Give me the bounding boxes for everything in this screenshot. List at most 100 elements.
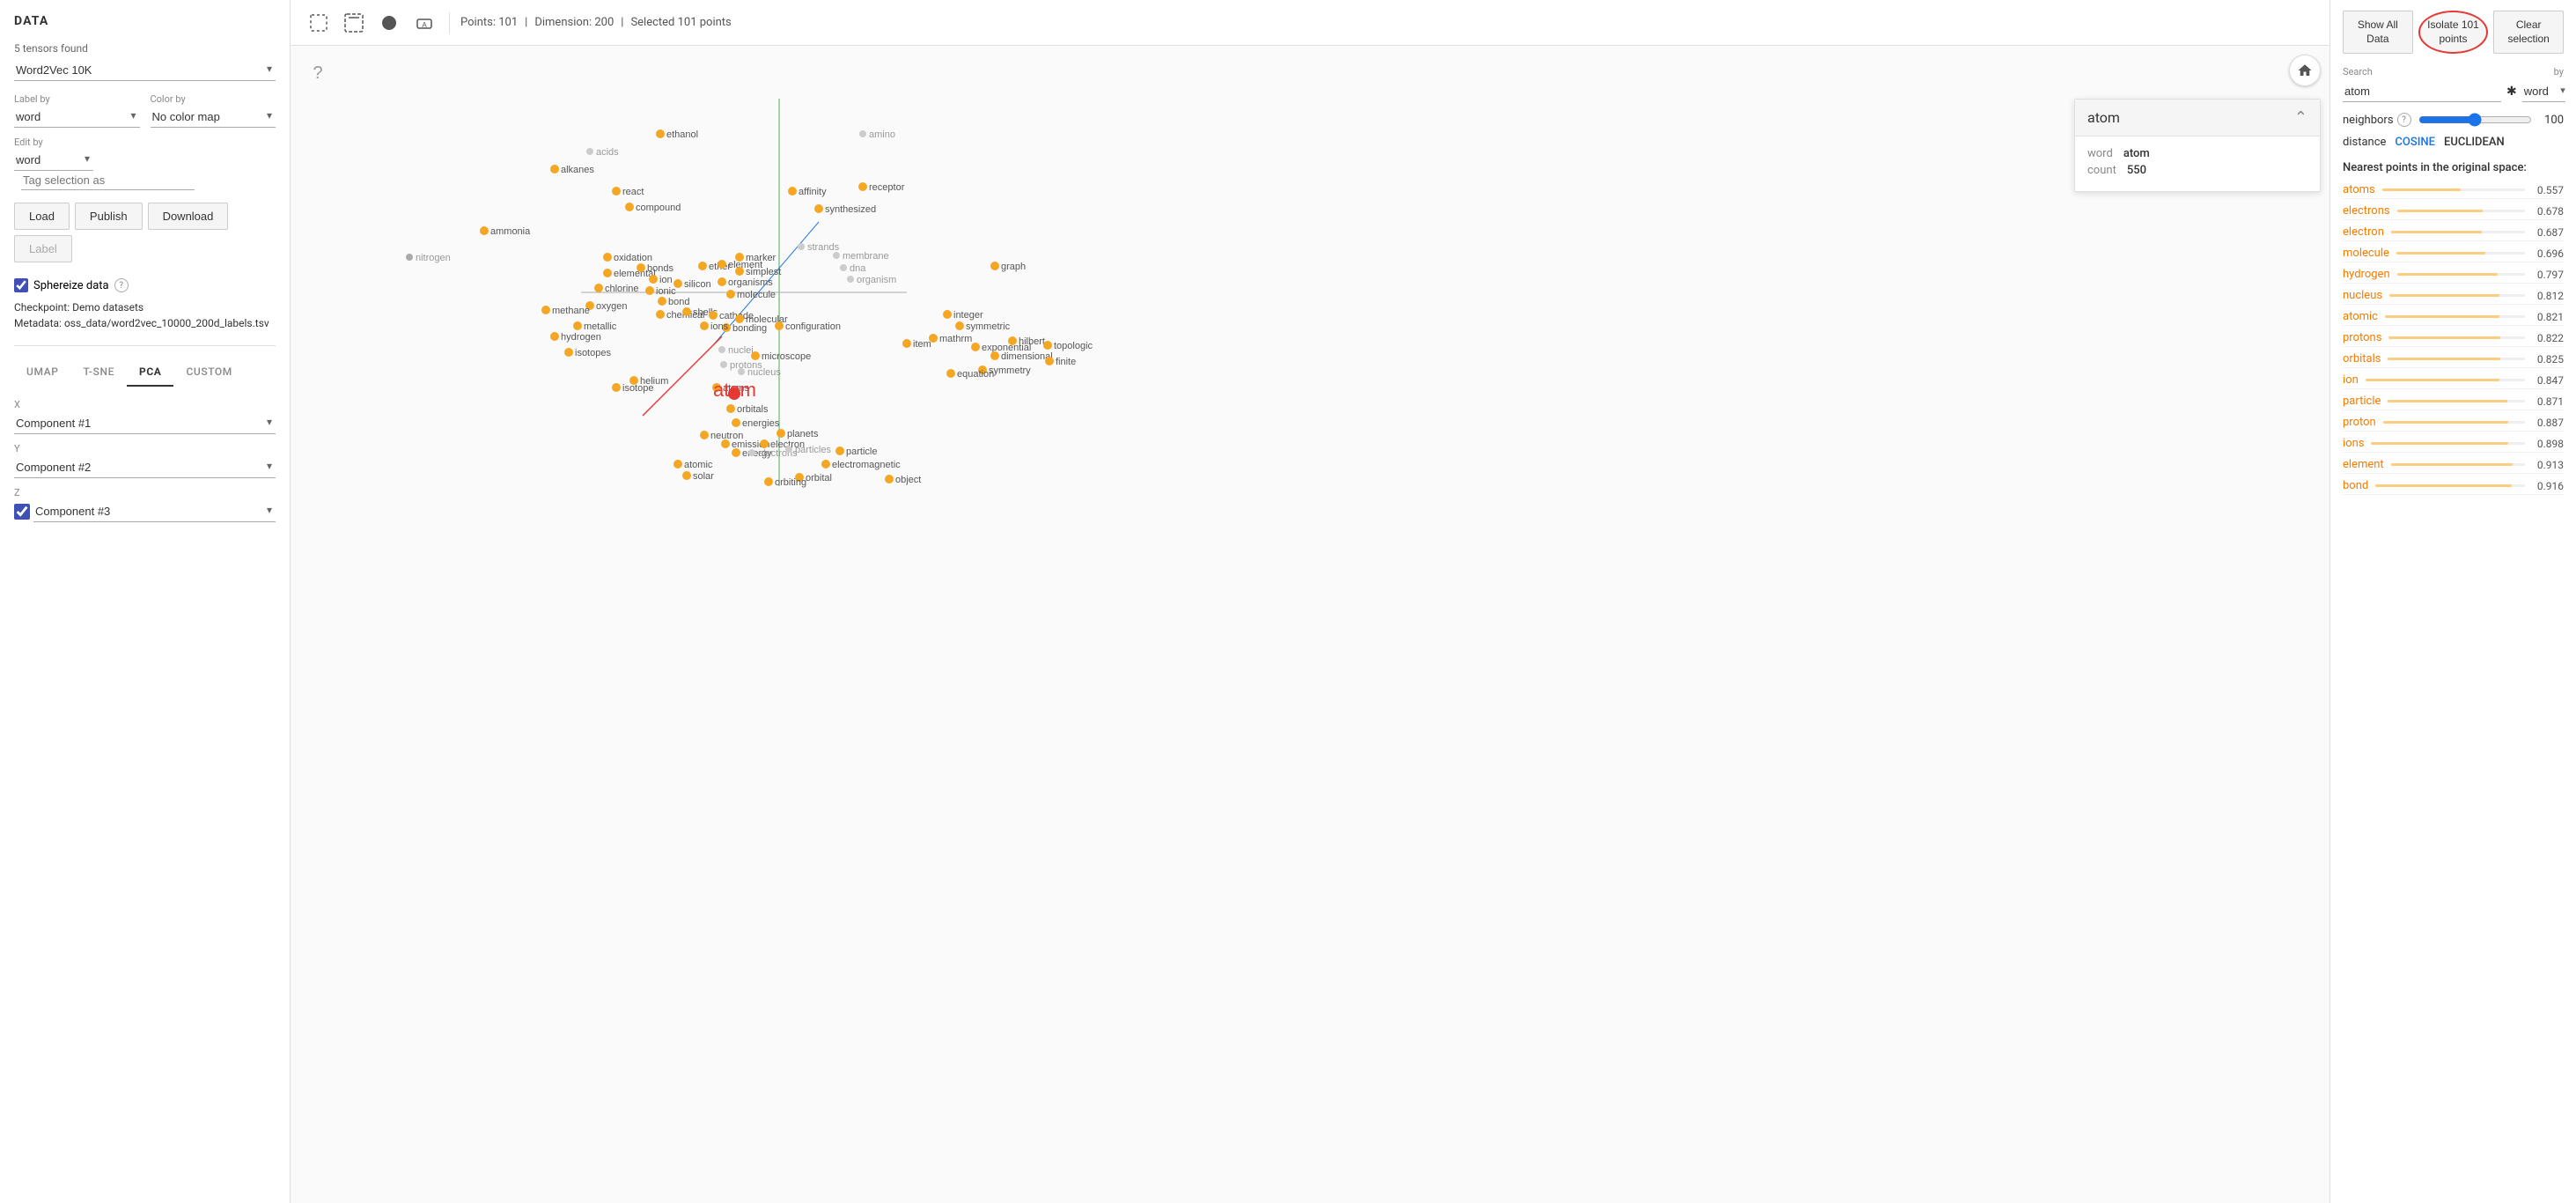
label-by-select[interactable]: word [14,107,140,128]
point-protons[interactable] [720,361,727,368]
home-button[interactable] [2289,55,2321,86]
sphereize-checkbox[interactable] [14,278,28,292]
nearest-name-13[interactable]: element [2343,458,2384,471]
tab-umap[interactable]: UMAP [14,358,70,387]
point-organisms[interactable] [718,277,726,286]
point-ammonia[interactable] [480,226,489,235]
popup-close-button[interactable]: ⌃ [2294,108,2307,127]
nearest-name-8[interactable]: orbitals [2343,352,2381,365]
search-by-select[interactable]: word [2522,81,2565,102]
point-atomic[interactable] [673,460,682,469]
color-by-select[interactable]: No color map [151,107,276,128]
point-nuclei[interactable] [718,346,725,353]
point-ethanol[interactable] [656,129,665,138]
point-ions[interactable] [700,321,709,330]
point-hilbert[interactable] [1008,336,1017,345]
dataset-select[interactable]: Word2Vec 10K [14,60,276,81]
point-finite[interactable] [1045,357,1054,365]
point-chemical[interactable] [656,310,665,319]
point-electrons[interactable] [748,449,755,456]
point-chlorine[interactable] [594,284,603,292]
point-symmetric[interactable] [955,321,964,330]
nearest-name-7[interactable]: protons [2343,331,2381,344]
nearest-name-5[interactable]: nucleus [2343,289,2382,302]
point-integer[interactable] [943,310,952,319]
viz-canvas-area[interactable]: ? ethanol alkanes react compound ammonia… [291,46,2329,1203]
point-emission[interactable] [721,439,730,448]
point-membrane[interactable] [833,252,840,259]
nearest-name-6[interactable]: atomic [2343,310,2378,323]
point-electron[interactable] [760,439,769,448]
point-exponential[interactable] [971,343,980,351]
point-dna[interactable] [840,264,847,271]
point-molecule[interactable] [726,290,735,299]
point-simplest[interactable] [735,267,744,276]
selection-lasso-icon[interactable] [340,9,368,37]
point-affinity[interactable] [788,187,797,196]
point-orbiting[interactable] [764,477,773,486]
tab-pca[interactable]: PCA [127,358,173,387]
nearest-name-14[interactable]: bond [2343,479,2368,492]
point-topologic[interactable] [1043,341,1052,350]
point-receptor[interactable] [858,182,867,191]
label-button[interactable]: Label [14,235,72,262]
point-strands[interactable] [798,243,805,250]
point-ion[interactable] [649,275,658,284]
point-helium[interactable] [629,376,638,385]
labels-icon[interactable]: A [410,9,438,37]
point-ionic[interactable] [645,286,654,295]
z-axis-checkbox[interactable] [14,504,30,520]
distance-cosine-option[interactable]: COSINE [2395,136,2435,149]
nearest-name-9[interactable]: ion [2343,373,2359,387]
point-configuration[interactable] [775,321,784,330]
point-equation[interactable] [946,369,955,378]
point-organism[interactable] [847,276,854,283]
clear-selection-button[interactable]: Clear selection [2493,11,2564,54]
neighbors-info-icon[interactable]: ? [2397,113,2411,127]
point-particles[interactable] [785,446,792,453]
point-solar[interactable] [682,471,691,480]
point-microscope[interactable] [751,351,760,360]
point-neutron[interactable] [700,431,709,439]
y-axis-select[interactable]: Component #2 [14,457,276,478]
publish-button[interactable]: Publish [75,203,143,230]
edit-by-select[interactable]: word [14,150,93,171]
search-input[interactable] [2343,81,2501,102]
show-all-data-button[interactable]: Show All Data [2343,11,2413,54]
point-element[interactable] [718,260,726,269]
point-compound[interactable] [625,203,634,211]
load-button[interactable]: Load [14,203,70,230]
point-molecular[interactable] [735,314,744,323]
point-marker[interactable] [735,253,744,262]
tab-tsne[interactable]: T-SNE [70,358,127,387]
x-axis-select[interactable]: Component #1 [14,413,276,434]
point-methane[interactable] [541,306,550,314]
nearest-name-2[interactable]: electron [2343,225,2384,239]
point-item[interactable] [902,339,911,348]
tag-input[interactable] [21,171,195,190]
sphereize-info-icon[interactable]: ? [114,278,129,292]
point-graph[interactable] [990,262,999,270]
point-synthesized[interactable] [814,204,823,213]
scatter-plot[interactable]: ethanol alkanes react compound ammonia o… [291,46,2329,1203]
point-particle[interactable] [835,447,844,455]
point-energy[interactable] [732,448,740,457]
nearest-name-3[interactable]: molecule [2343,247,2389,260]
night-mode-icon[interactable] [375,9,403,37]
point-nitrogen[interactable] [406,254,413,261]
point-cathode[interactable] [709,311,718,320]
nearest-name-12[interactable]: ions [2343,437,2364,450]
selection-rect-icon[interactable] [305,9,333,37]
point-oxidation[interactable] [603,253,612,262]
point-bond[interactable] [658,297,666,306]
point-bonds[interactable] [637,263,645,272]
download-button[interactable]: Download [148,203,229,230]
point-energies[interactable] [732,418,740,427]
distance-euclidean-option[interactable]: EUCLIDEAN [2444,136,2505,149]
point-ether[interactable] [698,262,707,270]
help-button[interactable]: ? [305,60,331,86]
tab-custom[interactable]: CUSTOM [173,358,244,387]
point-metallic[interactable] [573,321,582,330]
point-electromagnetic[interactable] [821,460,830,469]
z-axis-select[interactable]: Component #3 [33,501,276,522]
